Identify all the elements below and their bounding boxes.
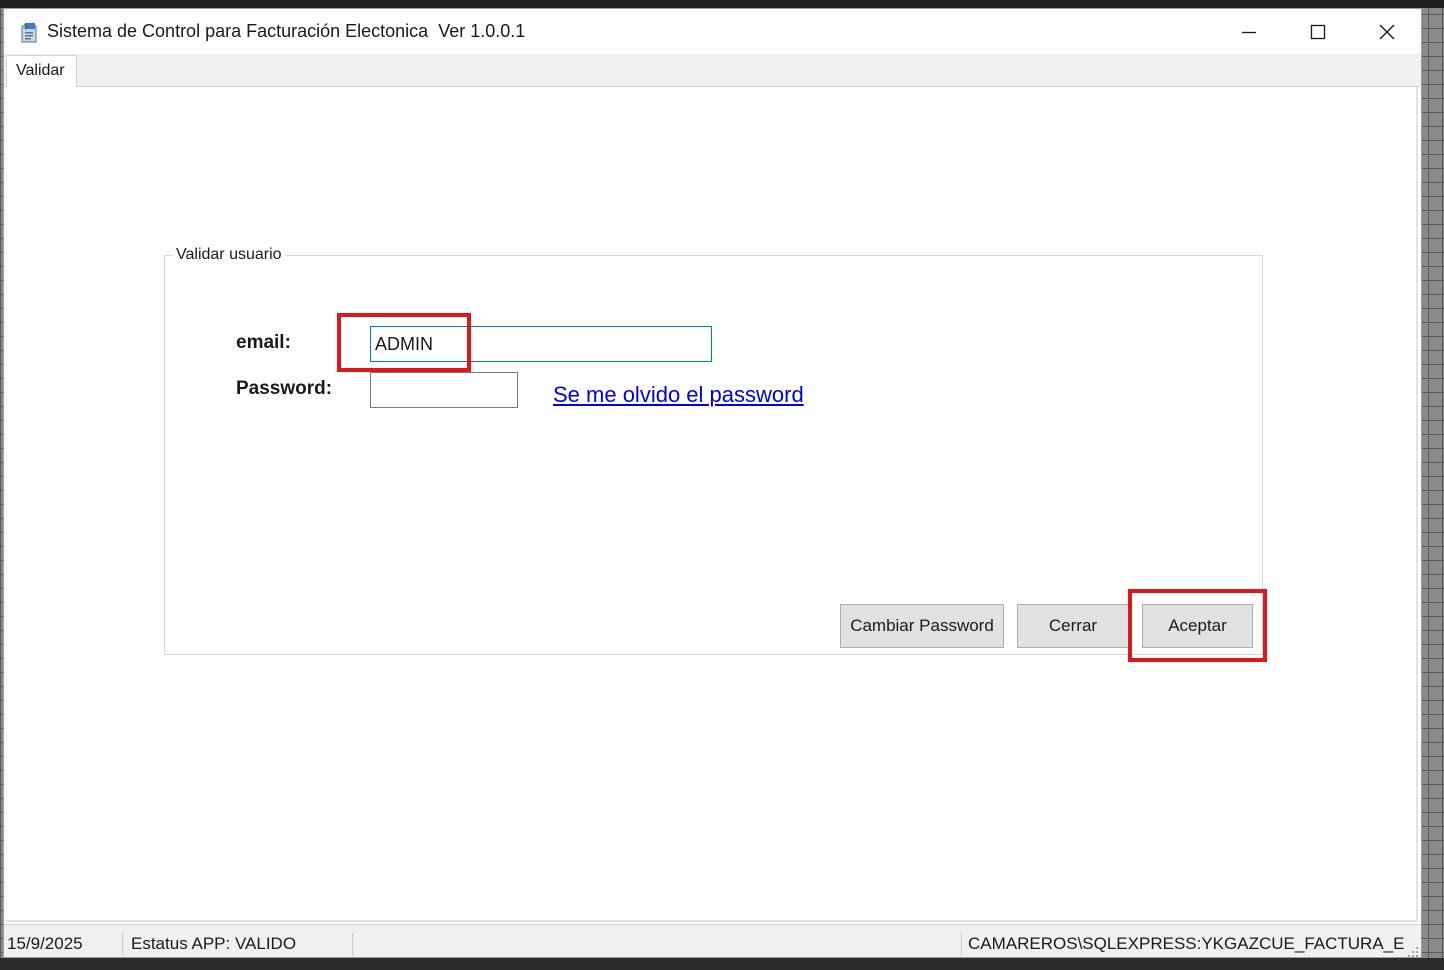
minimize-button[interactable] (1214, 9, 1283, 54)
title-bar[interactable]: $ Sistema de Control para Facturación El… (4, 9, 1421, 54)
status-app: Estatus APP: VALIDO (131, 934, 297, 953)
maximize-button[interactable] (1283, 9, 1352, 54)
status-separator (961, 933, 962, 955)
password-label: Password: (236, 378, 333, 399)
window-title: Sistema de Control para Facturación Elec… (47, 21, 526, 41)
app-icon: $ (18, 20, 40, 44)
status-db-connection: CAMAREROS\SQLEXPRESS:YKGAZCUE_FACTURA_E (968, 934, 1405, 953)
desktop-bottom-strip (0, 958, 1444, 970)
tab-strip: Validar (4, 54, 1421, 88)
svg-text:$: $ (23, 22, 28, 31)
status-separator (352, 933, 353, 955)
tab-validar[interactable]: Validar (6, 55, 77, 88)
status-date: 15/9/2025 (7, 934, 83, 953)
cerrar-button[interactable]: Cerrar (1017, 604, 1129, 648)
status-separator (122, 933, 123, 955)
forgot-password-link[interactable]: Se me olvido el password (553, 382, 804, 408)
desktop-top-strip (0, 0, 1444, 8)
maximize-icon (1310, 24, 1325, 39)
close-icon (1379, 24, 1394, 39)
validar-usuario-group: Validar usuario (164, 246, 1263, 655)
resize-grip-icon[interactable] (1407, 943, 1419, 957)
app-window: $ Sistema de Control para Facturación El… (3, 8, 1422, 958)
minimize-icon (1241, 31, 1256, 33)
cambiar-password-button[interactable]: Cambiar Password (840, 604, 1004, 648)
password-field[interactable] (370, 372, 518, 408)
status-bar: 15/9/2025 Estatus APP: VALIDO CAMAREROS\… (4, 924, 1421, 957)
group-title: Validar usuario (173, 246, 285, 264)
email-label: email: (236, 332, 291, 353)
email-field[interactable] (370, 326, 712, 362)
close-button[interactable] (1352, 9, 1421, 54)
aceptar-button[interactable]: Aceptar (1142, 604, 1253, 648)
